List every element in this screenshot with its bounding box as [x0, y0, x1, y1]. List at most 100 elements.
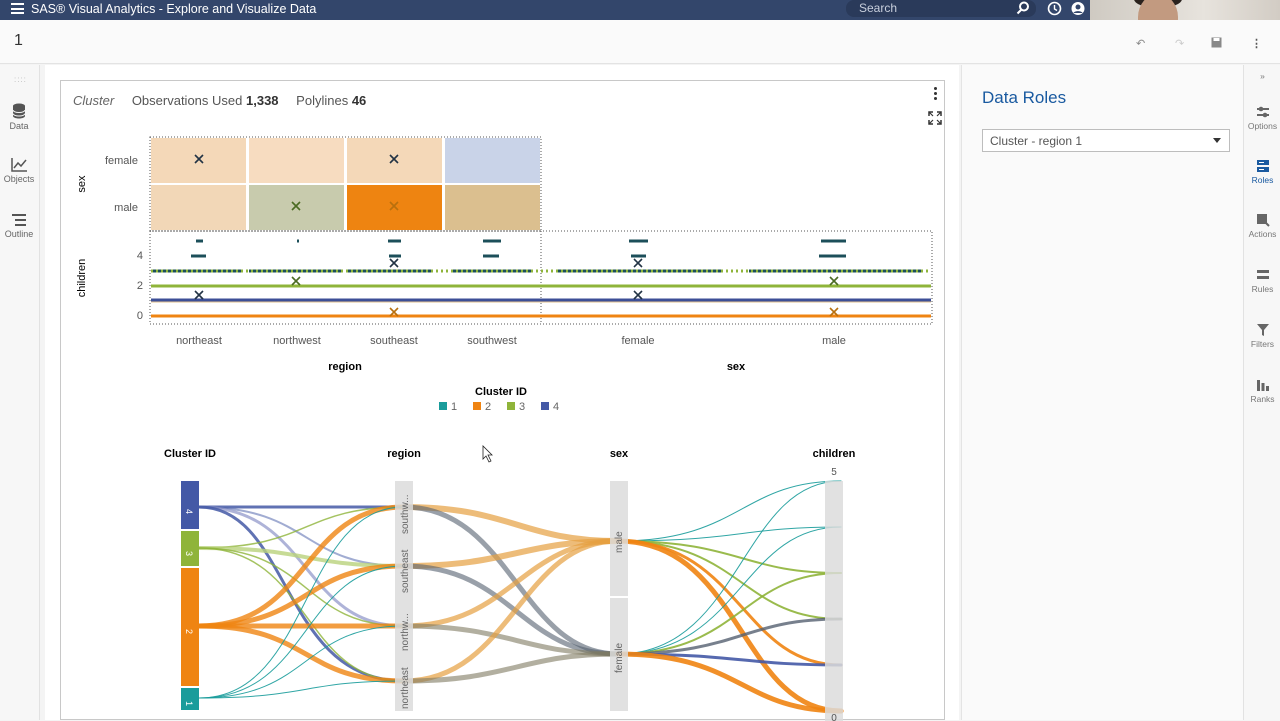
- cluster-object[interactable]: Cluster Observations Used 1,338 Polyline…: [60, 80, 945, 721]
- cluster-tick-2: 2: [184, 629, 194, 634]
- sex-tick-male: male: [822, 335, 846, 347]
- nav-data[interactable]: Data: [0, 103, 38, 131]
- right-toolbar: » Options Roles Actions Rules Filters Ra…: [1243, 65, 1280, 720]
- options-icon: [1256, 106, 1269, 118]
- cluster-segment-3[interactable]: [181, 531, 199, 566]
- row-label-sex: sex: [76, 175, 88, 193]
- rightbar-options-label: Options: [1247, 121, 1278, 131]
- legend-label-4: 4: [553, 401, 559, 413]
- rightbar-options[interactable]: Options: [1244, 105, 1280, 131]
- region-tick-southeast: southeast: [370, 335, 418, 347]
- legend-swatch-3: [507, 402, 515, 410]
- ranks-icon: [1256, 380, 1269, 391]
- children-axis-max: 5: [831, 467, 837, 478]
- more-options-icon[interactable]: ⋮: [1251, 37, 1262, 50]
- sex-region-heatmap: [149, 136, 542, 232]
- cluster-tick-4: 4: [184, 509, 194, 514]
- sex-level-male: male: [114, 202, 138, 214]
- nav-objects-label: Objects: [3, 174, 35, 184]
- chevron-down-icon: [1213, 138, 1221, 143]
- database-icon: [12, 103, 26, 119]
- cluster-tick-1: 1: [184, 701, 194, 706]
- sex-bar-male[interactable]: male: [614, 531, 625, 553]
- rightbar-actions-label: Actions: [1248, 229, 1277, 239]
- children-tick-0: 0: [137, 310, 143, 322]
- axis-title-region: region: [387, 448, 421, 460]
- nav-outline-label: Outline: [4, 229, 34, 239]
- role-select-dropdown[interactable]: Cluster - region 1: [982, 129, 1230, 152]
- user-icon[interactable]: [1071, 1, 1085, 16]
- rightbar-roles[interactable]: Roles: [1244, 159, 1280, 185]
- role-select-value: Cluster - region 1: [990, 134, 1083, 148]
- rightbar-filters-label: Filters: [1250, 339, 1275, 349]
- history-icon[interactable]: [1047, 1, 1062, 16]
- sex-level-female: female: [105, 155, 138, 167]
- legend-swatch-1: [439, 402, 447, 410]
- cluster-segment-2[interactable]: [181, 568, 199, 686]
- drag-handle-icon[interactable]: ::::: [14, 75, 27, 84]
- region-tick-southwest: southwest: [467, 335, 517, 347]
- cluster-visualization: sex children female male 4 2 0 northeast…: [76, 136, 933, 721]
- children-tick-4: 4: [137, 250, 143, 262]
- legend-swatch-2: [473, 402, 481, 410]
- rightbar-roles-label: Roles: [1251, 175, 1274, 185]
- region-tick-northeast: northeast: [176, 335, 222, 347]
- region-tick-northwest: northwest: [273, 335, 321, 347]
- axis-title-sex: sex: [610, 448, 629, 460]
- data-roles-panel: Data Roles Cluster - region 1: [961, 65, 1243, 720]
- cluster-legend[interactable]: Cluster ID 1 2 3 4: [439, 386, 559, 413]
- legend-label-2: 2: [485, 401, 491, 413]
- app-title: SAS® Visual Analytics - Explore and Visu…: [31, 2, 317, 16]
- cluster-id-axis: 4 3 2 1: [181, 481, 199, 710]
- rightbar-rules[interactable]: Rules: [1244, 268, 1280, 294]
- legend-swatch-4: [541, 402, 549, 410]
- redo-icon[interactable]: ↷: [1175, 37, 1184, 50]
- page-tab[interactable]: 1: [14, 32, 23, 50]
- x-axis-label-sex: sex: [727, 361, 746, 373]
- hamburger-menu-icon[interactable]: [11, 3, 24, 16]
- region-bar-northwest[interactable]: northw...: [400, 613, 411, 651]
- sex-bar-female[interactable]: female: [614, 643, 625, 673]
- page-tab-bar: 1 ↶ ↷ ⋮: [0, 20, 1280, 64]
- search-input[interactable]: Search: [859, 1, 897, 15]
- app-header: SAS® Visual Analytics - Explore and Visu…: [0, 0, 1280, 20]
- rules-icon: [1256, 270, 1269, 279]
- children-lanes: [149, 230, 933, 325]
- rightbar-filters[interactable]: Filters: [1244, 323, 1280, 349]
- region-axis: southw... southeast northw... northeast: [395, 481, 413, 711]
- nav-outline[interactable]: Outline: [0, 213, 38, 239]
- nav-objects[interactable]: Objects: [0, 158, 38, 184]
- panel-title: Data Roles: [982, 88, 1067, 107]
- region-bar-southwest[interactable]: southw...: [400, 495, 411, 534]
- sex-axis: male female: [610, 481, 628, 711]
- children-axis: 5 0: [825, 467, 843, 721]
- rightbar-ranks[interactable]: Ranks: [1244, 378, 1280, 404]
- actions-icon: [1256, 214, 1270, 227]
- children-tick-2: 2: [137, 280, 143, 292]
- region-bar-southeast[interactable]: southeast: [400, 549, 411, 593]
- chart-icon: [11, 158, 27, 172]
- outline-icon: [12, 214, 26, 226]
- region-bar-northeast[interactable]: northeast: [400, 667, 411, 709]
- legend-label-3: 3: [519, 401, 525, 413]
- axis-title-cluster-id: Cluster ID: [164, 448, 216, 460]
- x-axis-label-region: region: [328, 361, 362, 373]
- left-navigation: :::: Data Objects Outline: [0, 65, 40, 720]
- cluster-segment-1[interactable]: [181, 688, 199, 710]
- cluster-segment-4[interactable]: [181, 481, 199, 529]
- undo-icon[interactable]: ↶: [1136, 37, 1145, 50]
- search-icon[interactable]: [1016, 1, 1030, 15]
- sex-tick-female: female: [621, 335, 654, 347]
- axis-title-children: children: [813, 448, 856, 460]
- roles-icon: [1256, 160, 1269, 172]
- legend-title: Cluster ID: [475, 386, 527, 398]
- search-box[interactable]: Search: [846, 0, 1036, 17]
- nav-data-label: Data: [9, 121, 29, 131]
- collapse-panel-button[interactable]: »: [1244, 71, 1280, 81]
- rightbar-actions[interactable]: Actions: [1244, 213, 1280, 239]
- filter-icon: [1256, 324, 1269, 336]
- cluster-tick-3: 3: [184, 551, 194, 556]
- row-label-children: children: [76, 259, 88, 298]
- rightbar-ranks-label: Ranks: [1250, 394, 1275, 404]
- save-icon[interactable]: [1211, 37, 1222, 48]
